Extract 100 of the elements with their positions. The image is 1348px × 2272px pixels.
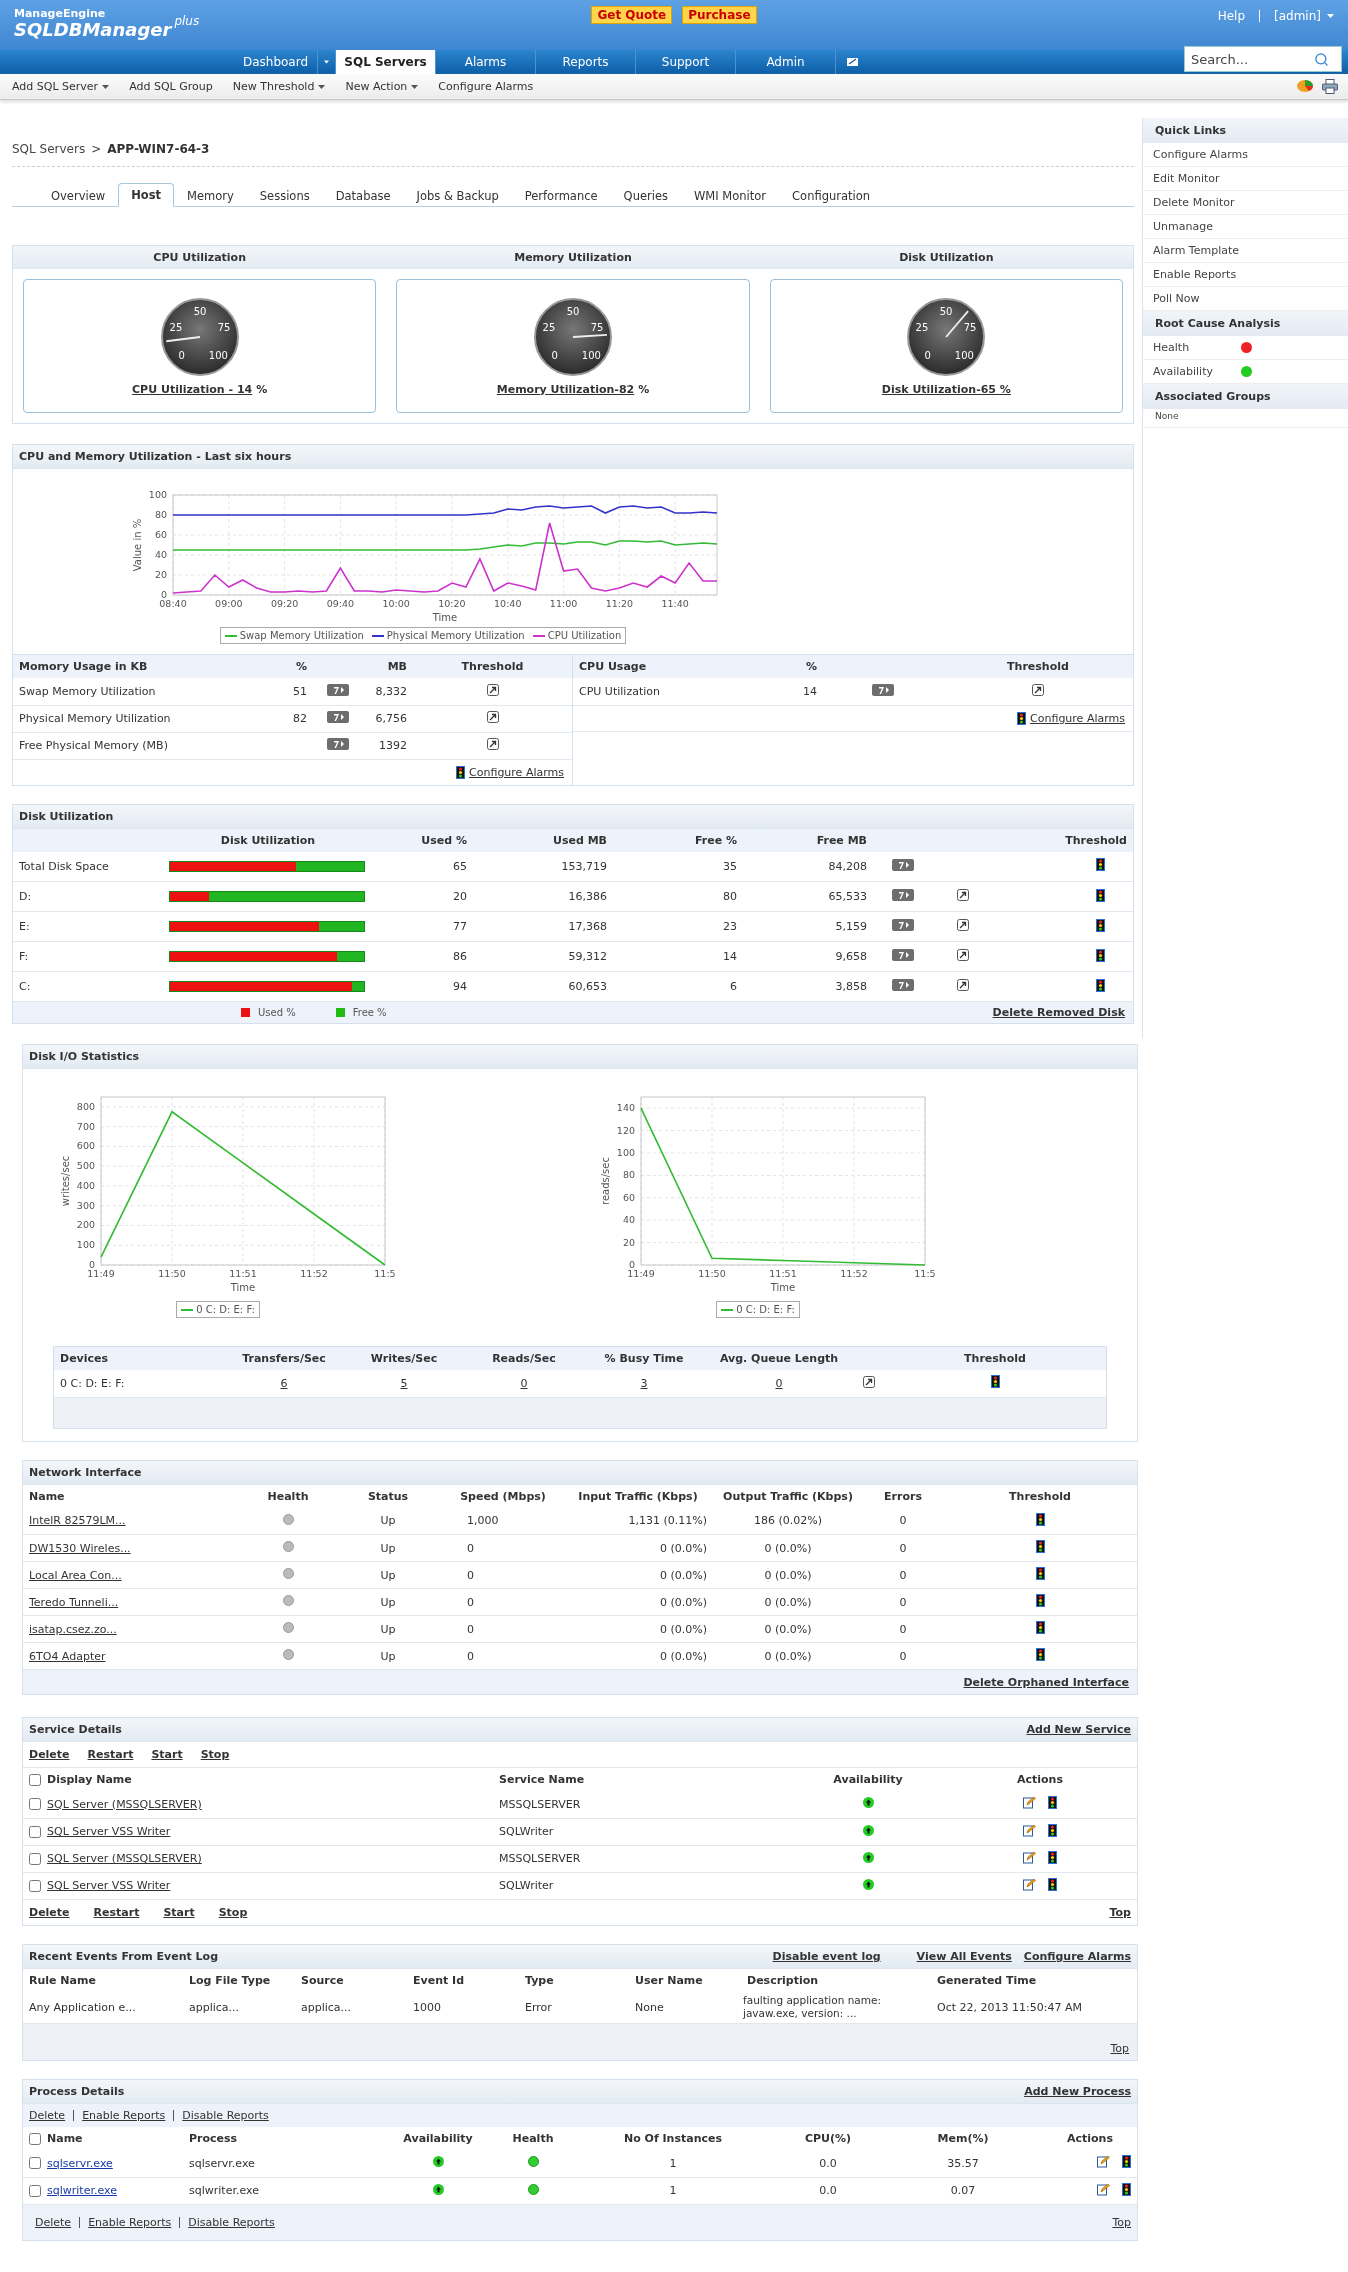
edit-icon[interactable] — [1023, 1850, 1036, 1864]
report-icon[interactable] — [892, 979, 914, 991]
traffic-light-icon[interactable] — [1096, 948, 1105, 962]
traffic-light-icon[interactable] — [1048, 1796, 1057, 1810]
toolbar-menu[interactable]: Configure Alarms — [428, 80, 544, 93]
value-link[interactable]: 3 — [640, 1376, 648, 1390]
tab[interactable]: Memory — [174, 183, 247, 207]
traffic-light-icon[interactable] — [1048, 1823, 1057, 1837]
interface-link[interactable]: DW1530 Wireles... — [29, 1541, 131, 1555]
interface-link[interactable]: IntelR 82579LM... — [29, 1514, 126, 1528]
report-icon[interactable] — [892, 889, 914, 901]
value-link[interactable]: 6 — [280, 1376, 288, 1390]
report-icon[interactable] — [892, 919, 914, 931]
traffic-light-icon[interactable] — [456, 765, 466, 779]
sidebar-link[interactable]: Delete Monitor — [1143, 191, 1348, 215]
tab[interactable]: Configuration — [779, 183, 884, 207]
configure-alarms-link[interactable]: Configure Alarms — [469, 765, 564, 779]
gauge-link[interactable]: CPU Utilization - 14 — [132, 382, 253, 396]
action-link[interactable]: Start — [151, 1748, 183, 1761]
tab[interactable]: Database — [322, 183, 404, 207]
edit-icon[interactable] — [1097, 2155, 1110, 2169]
value-link[interactable]: 5 — [400, 1376, 408, 1390]
promo-button[interactable]: Purchase — [682, 6, 757, 24]
action-link[interactable]: Stop — [200, 1748, 230, 1761]
traffic-light-icon[interactable] — [1122, 2182, 1131, 2196]
arrow-square-icon[interactable] — [486, 711, 499, 723]
sidebar-link[interactable]: Alarm Template — [1143, 239, 1348, 263]
traffic-light-icon[interactable] — [1035, 1512, 1045, 1526]
toolbar-menu[interactable]: New Threshold — [222, 80, 336, 93]
tab[interactable]: WMI Monitor — [681, 183, 780, 207]
toolbar-menu[interactable]: Add SQL Group — [119, 80, 223, 93]
action-link[interactable]: Disable Reports — [188, 2216, 275, 2228]
checkbox[interactable] — [29, 1852, 41, 1865]
action-link[interactable]: Disable Reports — [182, 2110, 269, 2121]
promo-button[interactable]: Get Quote — [591, 6, 673, 24]
tab[interactable]: Host — [118, 183, 175, 207]
checkbox[interactable] — [29, 2184, 41, 2197]
printer-icon[interactable] — [1322, 79, 1338, 94]
checkbox[interactable] — [29, 2157, 41, 2170]
search-icon[interactable] — [1314, 51, 1329, 67]
process-link[interactable]: sqlwriter.exe — [47, 2184, 117, 2197]
service-link[interactable]: SQL Server (MSSQLSERVER) — [47, 1852, 202, 1865]
arrow-square-icon[interactable] — [863, 1375, 875, 1388]
action-link[interactable]: Enable Reports — [82, 2110, 166, 2121]
edit-icon[interactable] — [1097, 2182, 1110, 2196]
checkbox[interactable] — [29, 1798, 41, 1811]
tab[interactable]: Overview — [38, 183, 119, 207]
service-link[interactable]: SQL Server (MSSQLSERVER) — [47, 1797, 202, 1811]
delete-interface-link[interactable]: Delete Orphaned Interface — [963, 1675, 1129, 1689]
traffic-light-icon[interactable] — [1035, 1540, 1045, 1553]
traffic-light-icon[interactable] — [1096, 978, 1105, 992]
action-link[interactable]: Start — [163, 1905, 195, 1919]
service-link[interactable]: SQL Server VSS Writer — [47, 1825, 171, 1838]
report-icon[interactable] — [327, 738, 349, 750]
gauge-link[interactable]: Disk Utilization-65 % — [881, 382, 1011, 396]
top-link[interactable]: Top — [1109, 1905, 1131, 1919]
tab[interactable]: Queries — [610, 183, 681, 207]
action-link[interactable]: Restart — [93, 1905, 140, 1919]
edit-icon[interactable] — [1023, 1823, 1036, 1837]
top-link[interactable]: Top — [1112, 2215, 1131, 2229]
process-link[interactable]: sqlservr.exe — [47, 2156, 113, 2170]
report-icon[interactable] — [892, 858, 914, 871]
toolbar-menu[interactable]: Add SQL Server — [2, 80, 120, 93]
report-icon[interactable] — [892, 949, 914, 961]
service-link[interactable]: SQL Server VSS Writer — [47, 1879, 171, 1892]
traffic-light-icon[interactable] — [1096, 888, 1105, 902]
report-icon[interactable] — [872, 683, 894, 696]
search-box[interactable]: Search... — [1184, 46, 1342, 72]
traffic-light-icon[interactable] — [990, 1375, 1000, 1389]
sidebar-link[interactable]: Configure Alarms — [1143, 143, 1348, 167]
delete-disk-link[interactable]: Delete Removed Disk — [992, 1006, 1125, 1019]
event-log-link[interactable]: Configure Alarms — [1023, 1949, 1131, 1963]
pie-chart-icon[interactable] — [1296, 79, 1314, 93]
sidebar-link[interactable]: Unmanage — [1143, 215, 1348, 239]
tab[interactable]: Sessions — [246, 183, 323, 207]
arrow-square-icon[interactable] — [957, 919, 969, 931]
traffic-light-icon[interactable] — [1096, 858, 1105, 872]
report-icon[interactable] — [327, 711, 349, 723]
traffic-light-icon[interactable] — [1017, 711, 1027, 725]
sidebar-link[interactable]: Edit Monitor — [1143, 167, 1348, 191]
interface-link[interactable]: Teredo Tunneli... — [29, 1595, 119, 1609]
arrow-square-icon[interactable] — [486, 738, 499, 750]
arrow-square-icon[interactable] — [1032, 683, 1044, 696]
event-log-link[interactable]: View All Events — [916, 1949, 1012, 1963]
toolbar-menu[interactable]: New Action — [335, 80, 429, 93]
edit-icon[interactable] — [1023, 1796, 1036, 1810]
edit-icon[interactable] — [1023, 1877, 1036, 1891]
sidebar-link[interactable]: Enable Reports — [1143, 263, 1348, 287]
interface-link[interactable]: isatap.csez.zo... — [29, 1622, 117, 1636]
interface-link[interactable]: Local Area Con... — [29, 1568, 122, 1582]
traffic-light-icon[interactable] — [1048, 1877, 1057, 1891]
checkbox[interactable] — [29, 1825, 41, 1838]
traffic-light-icon[interactable] — [1035, 1648, 1045, 1661]
configure-alarms-link[interactable]: Configure Alarms — [1030, 711, 1125, 725]
action-link[interactable]: Enable Reports — [88, 2216, 172, 2228]
interface-link[interactable]: 6TO4 Adapter — [29, 1649, 106, 1663]
action-link[interactable]: Delete — [35, 2216, 72, 2228]
breadcrumb-link[interactable]: SQL Servers — [12, 142, 86, 156]
top-link[interactable]: Top — [1110, 2041, 1129, 2055]
checkbox[interactable] — [29, 1773, 41, 1786]
